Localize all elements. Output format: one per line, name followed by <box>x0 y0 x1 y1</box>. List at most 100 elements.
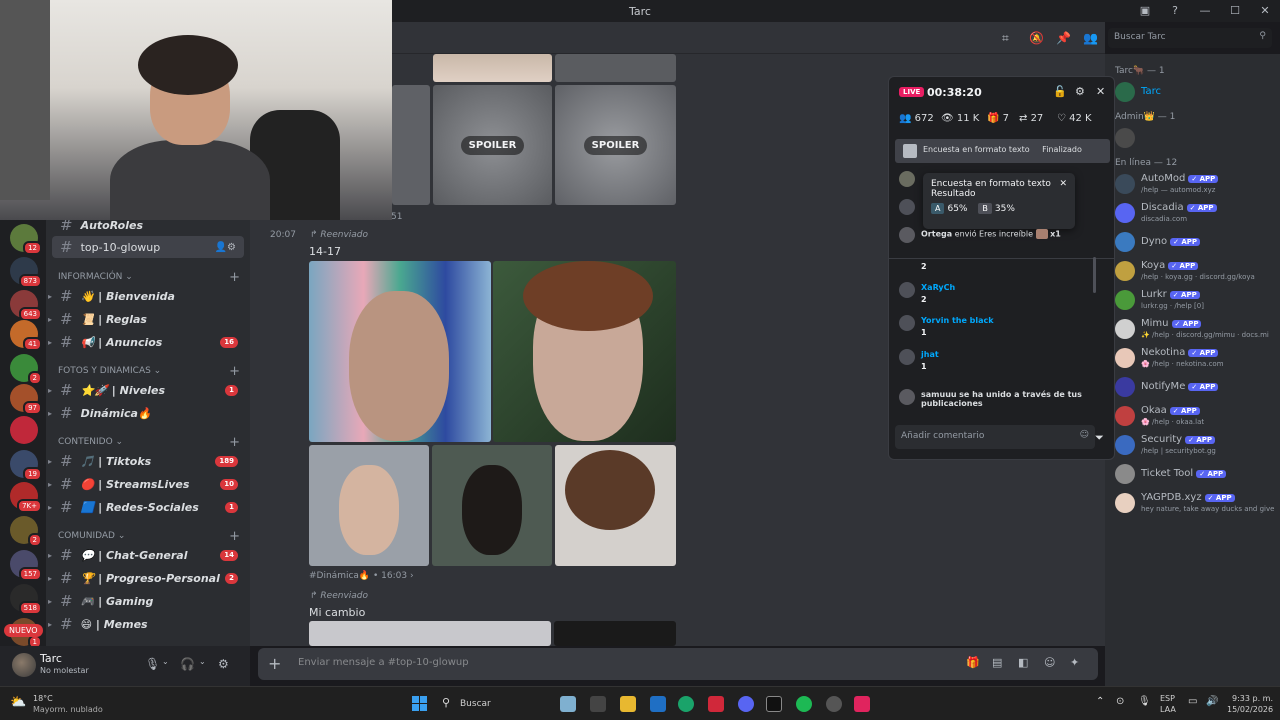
member-item[interactable]: Tarc <box>1115 78 1280 108</box>
server-icon[interactable] <box>10 416 38 444</box>
chevron-down-icon[interactable]: ⌄ <box>199 657 206 666</box>
spotify-icon[interactable] <box>796 696 812 712</box>
member-item[interactable]: Dyno ✓ APP <box>1115 228 1280 258</box>
language-layout[interactable]: LAA <box>1160 705 1176 714</box>
server-icon[interactable]: 518 <box>10 584 42 615</box>
member-item[interactable]: Ticket Tool ✓ APP <box>1115 460 1280 490</box>
server-icon[interactable]: 12 <box>10 224 42 255</box>
folder-icon[interactable] <box>620 696 636 712</box>
member-item[interactable]: Lurkr ✓ APP lurkr.gg · /help [0] <box>1115 286 1280 316</box>
inbox-icon[interactable]: ▣ <box>1130 0 1160 22</box>
mute-icon[interactable]: 🔕 <box>1029 31 1044 45</box>
spoiler-image[interactable] <box>392 85 430 205</box>
channel-item[interactable]: ▸ # 👋 | Bienvenida <box>48 285 244 307</box>
start-button[interactable] <box>412 696 428 712</box>
discord-icon[interactable] <box>738 696 754 712</box>
image-attachment[interactable] <box>554 621 676 646</box>
chevron-up-icon[interactable]: ⌃ <box>1096 696 1104 707</box>
close-button[interactable]: ✕ <box>1250 0 1280 22</box>
emoji-icon[interactable]: ☺ <box>1080 430 1089 440</box>
spoiler-image[interactable]: SPOILER <box>433 85 552 205</box>
channel-item[interactable]: ▸ # ⭐🚀 | Niveles 1 <box>48 379 244 401</box>
image-attachment[interactable] <box>555 445 676 566</box>
server-icon[interactable]: 2 <box>10 354 42 385</box>
image-attachment[interactable] <box>432 445 552 566</box>
clock-date[interactable]: 15/02/2026 <box>1227 705 1273 714</box>
clock-time[interactable]: 9:33 p. m. <box>1232 694 1273 703</box>
channel-item[interactable]: ▸ # Dinámica🔥 <box>48 402 244 424</box>
server-icon[interactable]: 873 <box>10 257 42 288</box>
tiktok-icon[interactable] <box>854 696 870 712</box>
image-attachment[interactable] <box>555 54 676 82</box>
search-icon[interactable]: ⚲ <box>442 696 450 709</box>
scrollbar[interactable] <box>1093 257 1096 293</box>
channel-category[interactable]: CONTENIDO ⌄ + <box>58 435 244 450</box>
headphones-icon[interactable]: 🎧 <box>180 657 195 671</box>
source-channel[interactable]: #Dinámica🔥 • 16:03 › <box>309 571 414 581</box>
member-item[interactable]: Okaa ✓ APP 🌸 /help · okaa.lat <box>1115 402 1280 432</box>
server-icon[interactable]: 157 <box>10 550 42 581</box>
microphone-icon[interactable]: 🎙 <box>1138 696 1151 707</box>
gear-icon[interactable]: ⚙ <box>218 657 229 671</box>
emoji-icon[interactable]: ☺ <box>1044 656 1055 669</box>
channel-top-10-glowup[interactable]: # top-10-glowup 👤⚙ <box>52 236 244 258</box>
close-icon[interactable]: ✕ <box>1059 179 1067 189</box>
add-member-icon[interactable]: 👤⚙ <box>215 242 236 253</box>
image-attachment[interactable] <box>433 54 552 82</box>
lock-icon[interactable]: 🔓 <box>1053 85 1067 98</box>
create-channel-button[interactable]: + <box>229 270 240 285</box>
taskbar-search[interactable]: Buscar <box>460 699 491 709</box>
create-channel-button[interactable]: + <box>229 435 240 450</box>
member-item[interactable]: NotifyMe ✓ APP <box>1115 373 1280 403</box>
comment-input[interactable]: Añadir comentario ☺ <box>895 425 1095 449</box>
apps-icon[interactable]: ✦ <box>1070 656 1079 669</box>
filter-icon[interactable]: ⏷ <box>1095 431 1104 445</box>
help-icon[interactable]: ? <box>1160 0 1190 22</box>
app-icon[interactable] <box>590 696 606 712</box>
sticker-icon[interactable]: ◧ <box>1018 656 1028 669</box>
server-icon[interactable]: 2 <box>10 516 42 547</box>
member-list-icon[interactable]: 👥 <box>1083 31 1098 45</box>
weather-icon[interactable]: ⛅ <box>10 695 26 710</box>
gift-icon[interactable]: 🎁 <box>966 656 980 669</box>
channel-item[interactable]: ▸ # 📜 | Reglas <box>48 308 244 330</box>
channel-item[interactable]: ▸ # 🎵 | Tiktoks 189 <box>48 450 244 472</box>
volume-icon[interactable]: 🔊 <box>1206 696 1218 707</box>
spoiler-image[interactable]: SPOILER <box>555 85 676 205</box>
gif-icon[interactable]: ▤ <box>992 656 1002 669</box>
channel-item[interactable]: ▸ # 🏆 | Progreso-Personal 2 <box>48 567 244 589</box>
poll-banner[interactable]: Encuesta en formato texto Finalizado <box>895 139 1110 163</box>
avatar[interactable] <box>12 653 36 677</box>
server-icon[interactable]: 41 <box>10 320 42 351</box>
member-item[interactable]: Mimu ✓ APP ✨ /help · discord.gg/mimu · doc… <box>1115 315 1280 345</box>
channel-item[interactable]: ▸ # 🎮 | Gaming <box>48 590 244 612</box>
channel-item[interactable]: ▸ # 😄 | Memes <box>48 613 244 635</box>
member-item[interactable]: Discadia ✓ APP discadia.com <box>1115 199 1280 229</box>
channel-item[interactable]: ▸ # 💬 | Chat-General 14 <box>48 544 244 566</box>
app-icon[interactable] <box>650 696 666 712</box>
pin-icon[interactable]: 📌 <box>1056 31 1071 45</box>
channel-item[interactable]: ▸ # 🔴 | StreamsLives 10 <box>48 473 244 495</box>
member-item[interactable]: Security ✓ APP/help | securitybot.gg <box>1115 431 1280 461</box>
channel-category[interactable]: INFORMACIÓN ⌄ + <box>58 270 244 285</box>
channel-category[interactable]: COMUNIDAD ⌄ + <box>58 529 244 544</box>
member-item[interactable]: Koya ✓ APP/help · koya.gg · discord.gg/ko… <box>1115 257 1280 287</box>
settings-icon[interactable]: ⚙ <box>1075 85 1085 98</box>
add-attachment-button[interactable]: + <box>268 654 281 673</box>
member-item[interactable]: Nekotina ✓ APP 🌸 /help · nekotina.com <box>1115 344 1280 374</box>
create-channel-button[interactable]: + <box>229 364 240 379</box>
app-icon[interactable] <box>826 696 842 712</box>
server-icon[interactable]: 19 <box>10 450 42 481</box>
app-icon[interactable] <box>560 696 576 712</box>
member-item[interactable]: AutoMod ✓ APP/help — automod.xyz <box>1115 170 1280 200</box>
threads-icon[interactable]: ⌗ <box>1002 31 1009 46</box>
server-icon[interactable]: 97 <box>10 384 42 415</box>
maximize-button[interactable]: ☐ <box>1220 0 1250 22</box>
close-icon[interactable]: ✕ <box>1096 85 1105 98</box>
epic-games-icon[interactable] <box>766 696 782 712</box>
search-input[interactable]: Buscar Tarc ⚲ <box>1108 28 1272 48</box>
channel-autoroles[interactable]: # AutoRoles <box>52 220 244 236</box>
member-item[interactable]: YAGPDB.xyz ✓ APP hey nature, take away duc… <box>1115 489 1280 519</box>
chevron-down-icon[interactable]: ⌄ <box>162 657 169 666</box>
image-attachment[interactable] <box>493 261 676 442</box>
